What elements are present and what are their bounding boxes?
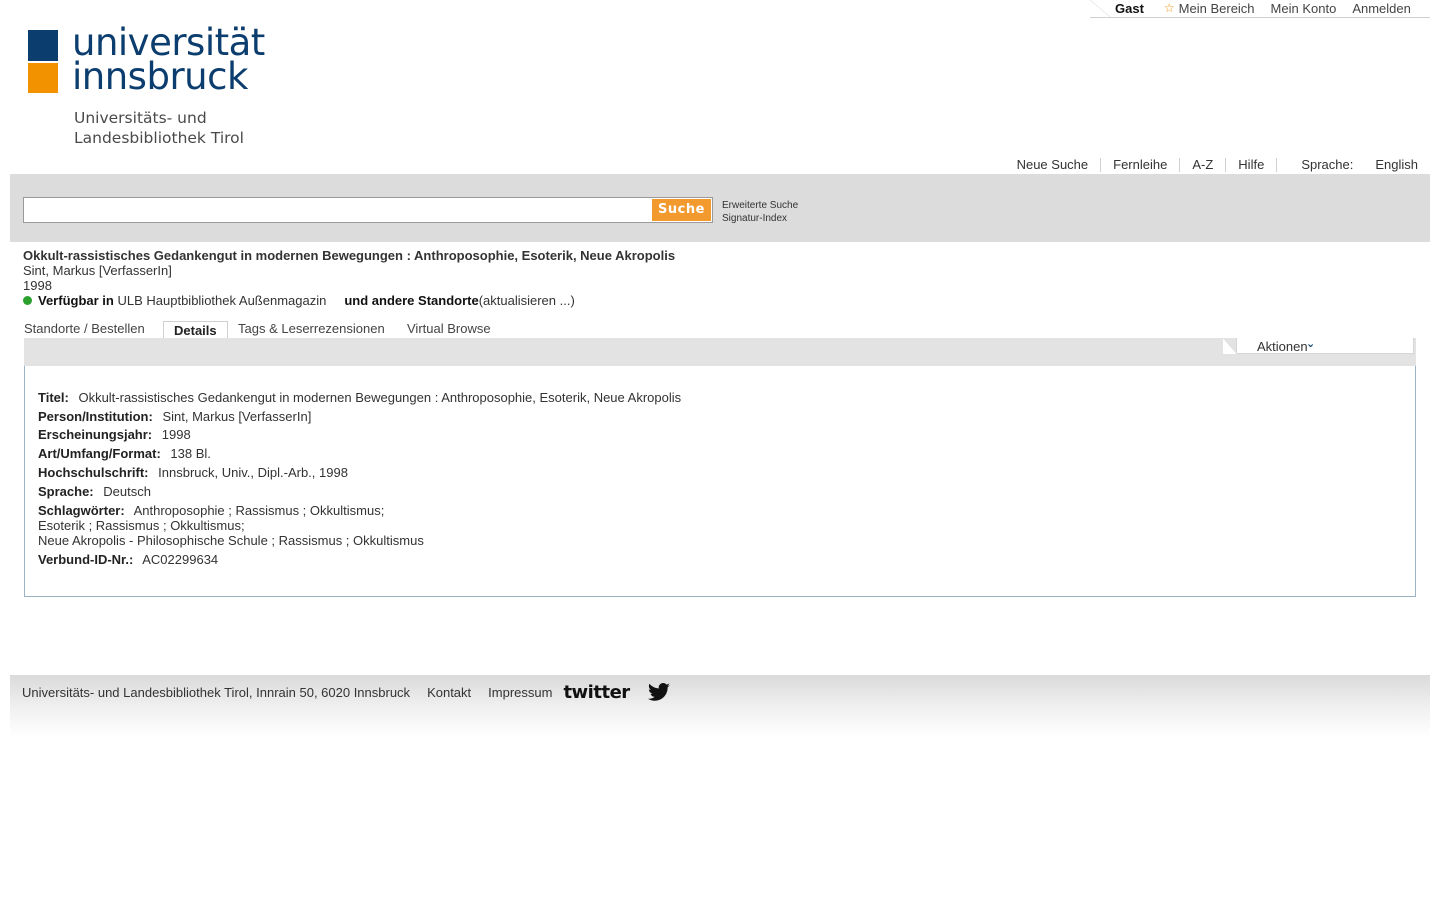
user-bar-slant [1090, 0, 1110, 17]
detail-subject-line-1[interactable]: Anthroposophie ; Rassismus ; Okkultismus… [134, 503, 385, 518]
top-navigation: Neue Suche Fernleihe A-Z Hilfe Sprache: … [1005, 157, 1418, 172]
search-box: Suche [23, 197, 713, 223]
guest-label: Gast [1115, 0, 1144, 16]
actions-slant [1223, 338, 1237, 354]
availability-status-icon [23, 296, 32, 305]
record-title: Okkult-rassistisches Gedankengut in mode… [23, 248, 676, 263]
twitter-bird-icon [647, 682, 670, 701]
detail-format-value: 138 Bl. [170, 446, 211, 461]
detail-title: Titel: Okkult-rassistisches Gedankengut … [38, 390, 681, 405]
detail-language: Sprache: Deutsch [38, 484, 151, 499]
detail-language-key: Sprache: [38, 484, 94, 499]
advanced-search-link[interactable]: Erweiterte Suche [722, 200, 798, 211]
availability-label: Verfügbar in [38, 293, 114, 308]
actions-dropdown[interactable]: Aktionen ⌄ [1223, 338, 1414, 354]
record-summary: Okkult-rassistisches Gedankengut in mode… [23, 248, 675, 308]
footer-content: Universitäts- und Landesbibliothek Tirol… [22, 682, 671, 703]
detail-year-value: 1998 [161, 427, 191, 442]
nav-help[interactable]: Hilfe [1226, 157, 1278, 172]
nav-a-z[interactable]: A-Z [1180, 157, 1227, 172]
detail-subject-line-3[interactable]: Neue Akropolis - Philosophische Schule ;… [38, 533, 424, 548]
footer-contact-link[interactable]: Kontakt [427, 685, 471, 700]
search-links: Erweiterte Suche Signatur-Index [722, 199, 798, 225]
twitter-link[interactable]: twitter [563, 682, 670, 703]
footer-address: Universitäts- und Landesbibliothek Tirol… [22, 685, 411, 700]
logo-subtitle-line-1: Universitäts- und [74, 109, 207, 127]
detail-year: Erscheinungsjahr: 1998 [38, 427, 191, 442]
detail-format: Art/Umfang/Format: 138 Bl. [38, 446, 211, 461]
actions-label: Aktionen [1257, 339, 1308, 354]
my-area-label: Mein Bereich [1178, 0, 1255, 16]
search-button[interactable]: Suche [652, 199, 711, 221]
detail-id-key: Verbund-ID-Nr.: [38, 552, 134, 567]
availability-location: ULB Hauptbibliothek Außenmagazin [117, 293, 327, 308]
login-link[interactable]: Anmelden [1352, 1, 1411, 16]
university-logo[interactable]: universität innsbruck Universitäts- und … [28, 24, 288, 150]
other-locations-link[interactable]: und andere Standorte [344, 293, 478, 308]
search-band: Suche Erweiterte Suche Signatur-Index [10, 174, 1430, 242]
detail-thesis: Hochschulschrift: Innsbruck, Univ., Dipl… [38, 465, 348, 480]
detail-title-value: Okkult-rassistisches Gedankengut in mode… [78, 390, 682, 405]
action-bar: Aktionen ⌄ [24, 338, 1416, 366]
language-label: Sprache: [1301, 157, 1354, 172]
detail-person: Person/Institution: Sint, Markus [Verfas… [38, 409, 311, 424]
detail-subjects-2: Esoterik ; Rassismus ; Okkultismus; [38, 518, 245, 533]
logo-line-2: innsbruck [72, 55, 248, 98]
detail-title-key: Titel: [38, 390, 69, 405]
refresh-link[interactable]: (aktualisieren ...) [479, 293, 575, 308]
user-bar: Gast ☆ Mein Bereich Mein Konto Anmelden [1090, 0, 1430, 18]
detail-id-value: AC02299634 [142, 552, 219, 567]
record-author: Sint, Markus [VerfasserIn] [23, 263, 172, 278]
detail-id: Verbund-ID-Nr.: AC02299634 [38, 552, 218, 567]
star-icon: ☆ [1163, 1, 1175, 15]
my-area-link[interactable]: ☆ Mein Bereich [1164, 1, 1255, 16]
user-bar-items: Gast ☆ Mein Bereich Mein Konto Anmelden [1115, 0, 1427, 16]
detail-person-key: Person/Institution: [38, 409, 153, 424]
detail-subject-line-2[interactable]: Esoterik ; Rassismus ; Okkultismus; [38, 518, 245, 533]
detail-subjects-3: Neue Akropolis - Philosophische Schule ;… [38, 533, 424, 548]
twitter-wordmark: twitter [563, 682, 630, 703]
tab-virtual-browse[interactable]: Virtual Browse [407, 321, 491, 336]
chevron-down-icon: ⌄ [1306, 338, 1316, 350]
detail-thesis-value: Innsbruck, Univ., Dipl.-Arb., 1998 [158, 465, 348, 480]
logo-blue-square [28, 30, 58, 61]
footer: Universitäts- und Landesbibliothek Tirol… [10, 675, 1430, 737]
footer-imprint-link[interactable]: Impressum [488, 685, 552, 700]
logo-subtitle-line-2: Landesbibliothek Tirol [74, 129, 244, 147]
availability: Verfügbar in ULB Hauptbibliothek Außenma… [23, 293, 675, 308]
detail-subjects-key: Schlagwörter: [38, 503, 125, 518]
nav-interlibrary-loan[interactable]: Fernleihe [1101, 157, 1181, 172]
detail-year-key: Erscheinungsjahr: [38, 427, 153, 442]
detail-thesis-key: Hochschulschrift: [38, 465, 149, 480]
tab-locations-order[interactable]: Standorte / Bestellen [24, 321, 145, 336]
detail-format-key: Art/Umfang/Format: [38, 446, 161, 461]
detail-language-value: Deutsch [103, 484, 151, 499]
search-input[interactable] [24, 198, 652, 222]
my-account-link[interactable]: Mein Konto [1271, 1, 1337, 16]
nav-new-search[interactable]: Neue Suche [1005, 157, 1102, 172]
language-english-link[interactable]: English [1375, 157, 1418, 172]
call-number-index-link[interactable]: Signatur-Index [722, 213, 787, 224]
logo-subtitle: Universitäts- und Landesbibliothek Tirol [74, 108, 244, 148]
record-year: 1998 [23, 278, 52, 293]
details-panel: Titel: Okkult-rassistisches Gedankengut … [24, 366, 1416, 597]
logo-orange-square [28, 63, 58, 93]
detail-subjects: Schlagwörter: Anthroposophie ; Rassismus… [38, 503, 384, 518]
detail-person-value[interactable]: Sint, Markus [VerfasserIn] [162, 409, 311, 424]
tab-tags-reviews[interactable]: Tags & Leserrezensionen [238, 321, 385, 336]
